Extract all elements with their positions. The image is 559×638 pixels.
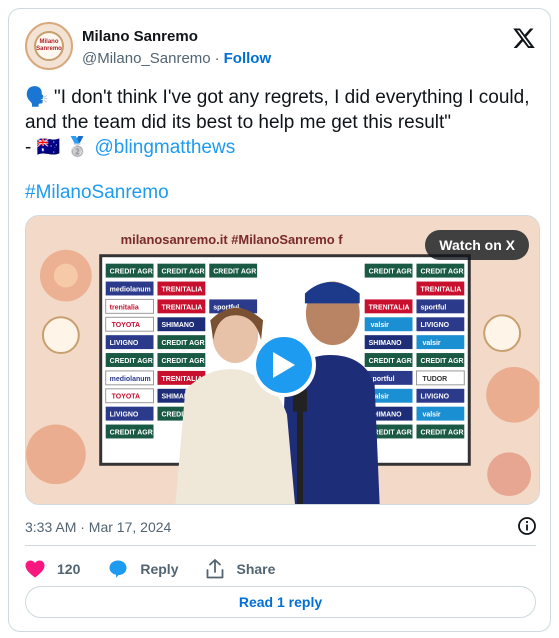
follow-button[interactable]: Follow [224, 50, 272, 67]
svg-text:SHIMANO: SHIMANO [369, 340, 402, 347]
like-button[interactable]: 120 [25, 560, 80, 578]
svg-text:sportful: sportful [420, 304, 446, 311]
svg-text:CREDIT AGR: CREDIT AGR [213, 269, 256, 276]
avatar-logo-text: Milano Sanremo [36, 39, 62, 52]
svg-text:trenitalia: trenitalia [110, 304, 139, 311]
tweet-timestamp[interactable]: 3:33 AM · Mar 17, 2024 [25, 519, 171, 535]
hashtag-link[interactable]: #MilanoSanremo [25, 182, 169, 204]
svg-text:CREDIT AGR: CREDIT AGR [161, 358, 204, 365]
author-handle-row: @Milano_Sanremo · Follow [82, 50, 271, 67]
svg-text:mediolanum: mediolanum [110, 286, 151, 293]
tweet-actions: 120 Reply Share [25, 557, 303, 581]
author-name[interactable]: Milano Sanremo [82, 28, 198, 45]
svg-text:CREDIT AGR: CREDIT AGR [369, 269, 412, 276]
share-upload-icon [207, 559, 224, 579]
svg-text:TUDOR: TUDOR [422, 376, 447, 383]
play-icon [273, 352, 295, 378]
tweet-flag-medal: - 🇦🇺 🥈 [25, 137, 95, 158]
svg-text:CREDIT AGR: CREDIT AGR [420, 358, 463, 365]
read-reply-button[interactable]: Read 1 reply [25, 586, 536, 618]
svg-text:CREDIT AGR: CREDIT AGR [110, 269, 153, 276]
author-handle[interactable]: @Milano_Sanremo [82, 50, 211, 67]
info-icon[interactable] [517, 516, 537, 536]
watch-on-x-button[interactable]: Watch on X [425, 230, 529, 260]
svg-text:CREDIT AGR: CREDIT AGR [110, 358, 153, 365]
milano-sanremo-logo-icon: Milano Sanremo [34, 31, 64, 61]
svg-text:TRENITALIA: TRENITALIA [161, 304, 202, 311]
svg-text:LIVIGNO: LIVIGNO [420, 394, 449, 401]
svg-text:TOYOTA: TOYOTA [112, 322, 140, 329]
svg-text:CREDIT AGR: CREDIT AGR [420, 269, 463, 276]
svg-text:valsir: valsir [422, 340, 440, 347]
svg-text:CREDIT AGR: CREDIT AGR [161, 269, 204, 276]
like-count: 120 [57, 561, 81, 577]
svg-text:TRENITALIA: TRENITALIA [161, 286, 202, 293]
tweet-body: 🗣️ "I don't think I've got any regrets, … [25, 85, 540, 160]
author-avatar[interactable]: Milano Sanremo [25, 22, 73, 70]
svg-text:valsir: valsir [371, 322, 389, 329]
speaking-head-emoji: 🗣️ [25, 87, 49, 108]
svg-text:LIVIGNO: LIVIGNO [110, 340, 139, 347]
handle-separator: · [214, 50, 220, 67]
share-label: Share [236, 561, 276, 577]
tweet-card: Milano Sanremo Milano Sanremo @Milano_Sa… [8, 8, 551, 632]
banner-text: milanosanremo.it #MilanoSanremo f [121, 232, 344, 247]
reply-button[interactable]: Reply [108, 559, 178, 579]
svg-text:valsir: valsir [422, 412, 440, 419]
svg-text:TRENITALIA: TRENITALIA [369, 304, 410, 311]
svg-text:CREDIT AGR: CREDIT AGR [369, 358, 412, 365]
svg-text:CREDIT AGR: CREDIT AGR [420, 429, 463, 436]
svg-text:CREDIT AGR: CREDIT AGR [110, 429, 153, 436]
reply-bubble-icon [109, 560, 127, 578]
mention-link[interactable]: @blingmatthews [94, 137, 235, 158]
share-button[interactable]: Share [206, 559, 275, 579]
svg-text:LIVIGNO: LIVIGNO [110, 412, 139, 419]
svg-text:TRENITALIA: TRENITALIA [420, 286, 461, 293]
divider [25, 545, 536, 546]
reply-label: Reply [140, 561, 179, 577]
svg-text:TOYOTA: TOYOTA [112, 394, 140, 401]
svg-text:mediolanum: mediolanum [110, 376, 151, 383]
x-logo-icon[interactable] [512, 26, 536, 50]
svg-text:SHIMANO: SHIMANO [161, 322, 194, 329]
play-button[interactable] [252, 333, 316, 397]
svg-text:CREDIT AGR: CREDIT AGR [161, 340, 204, 347]
tweet-quote: "I don't think I've got any regrets, I d… [25, 87, 530, 133]
svg-text:LIVIGNO: LIVIGNO [420, 322, 449, 329]
video-media[interactable]: milanosanremo.it #MilanoSanremo f CREDIT… [25, 215, 540, 505]
heart-icon [25, 560, 45, 578]
